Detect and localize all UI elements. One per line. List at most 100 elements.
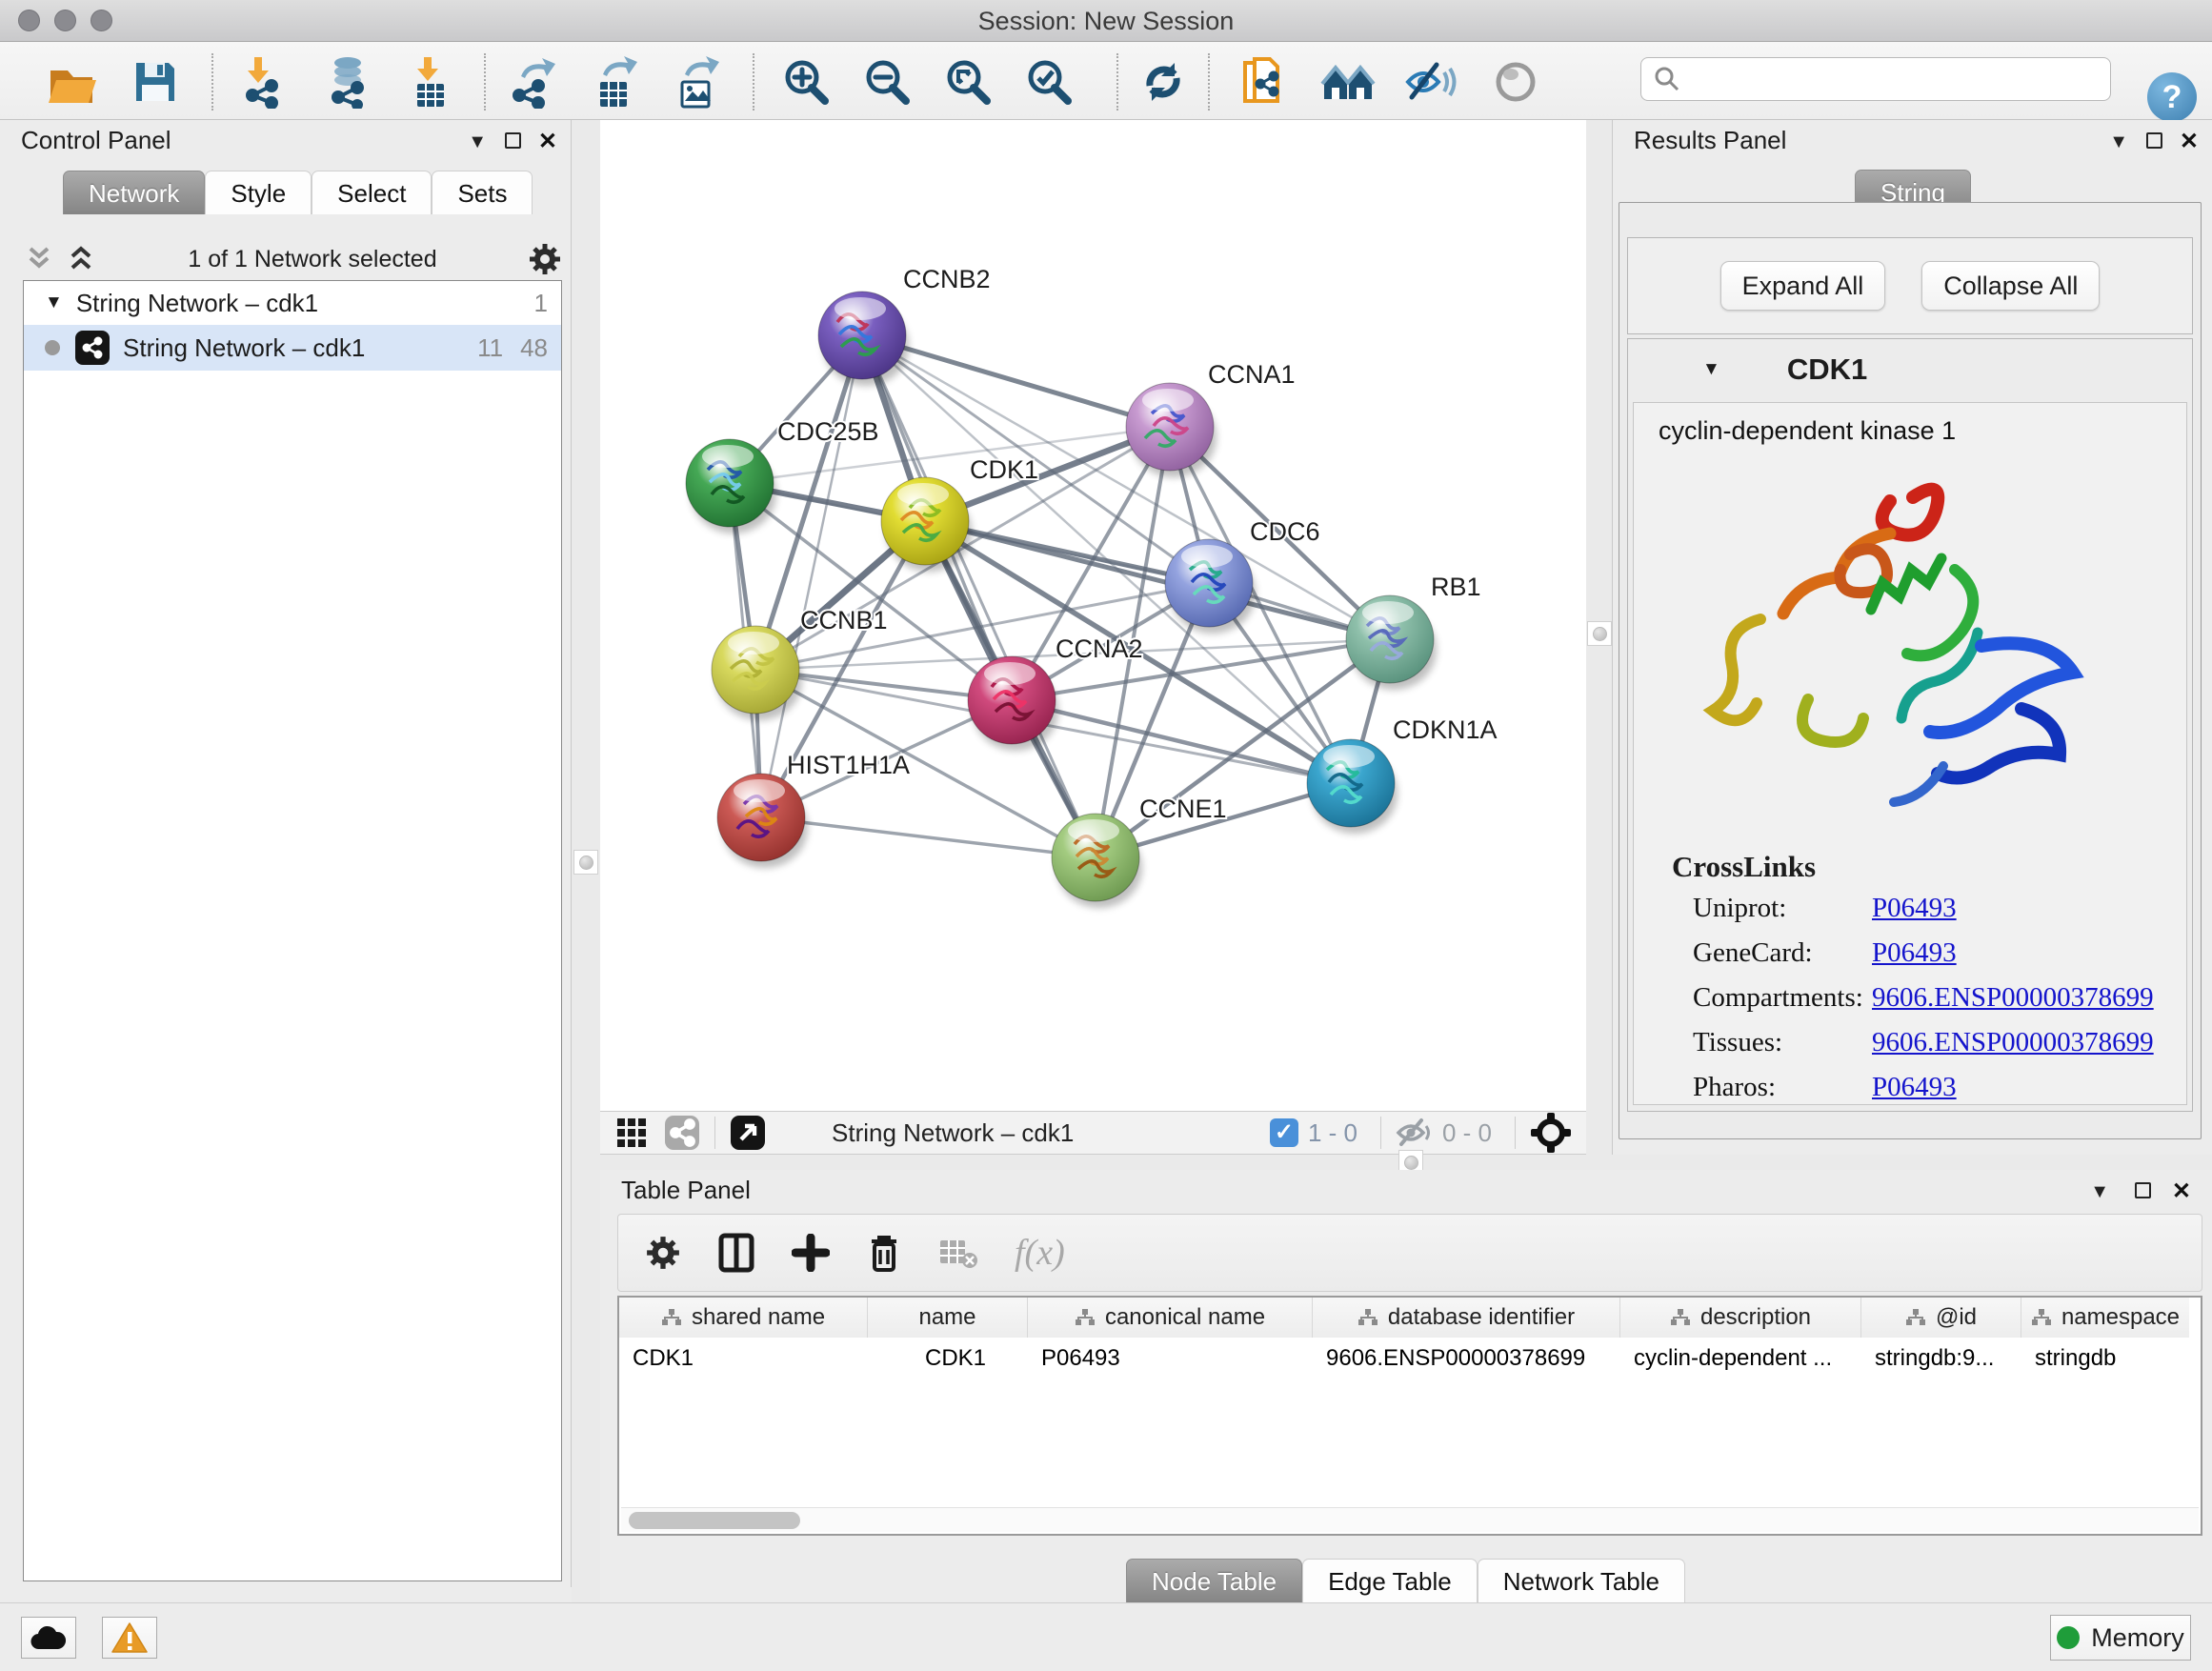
tab-sets[interactable]: Sets bbox=[432, 171, 533, 214]
panel-close-icon[interactable]: ✕ bbox=[2180, 128, 2199, 155]
crosslink-genecard[interactable]: P06493 bbox=[1872, 937, 1957, 969]
import-network-database-button[interactable] bbox=[322, 54, 377, 110]
tab-style[interactable]: Style bbox=[205, 171, 312, 214]
import-network-file-button[interactable] bbox=[238, 54, 293, 110]
share-network-icon[interactable] bbox=[663, 1114, 701, 1152]
network-node-cdkn1a[interactable]: CDKN1A bbox=[1307, 715, 1498, 834]
column-header-name[interactable]: name bbox=[868, 1298, 1028, 1338]
panel-close-icon[interactable]: ✕ bbox=[538, 128, 557, 155]
birdseye-toggle-icon[interactable] bbox=[729, 1114, 767, 1152]
network-collection-row[interactable]: ▼ String Network – cdk1 1 bbox=[24, 281, 561, 325]
network-node-ccna1[interactable]: CCNA1 bbox=[1126, 360, 1296, 477]
zoom-out-button[interactable] bbox=[860, 54, 915, 110]
grid-view-icon[interactable] bbox=[615, 1117, 648, 1149]
panel-collapse-icon[interactable]: ▼ bbox=[2109, 131, 2128, 153]
network-canvas[interactable]: CCNB2CCNA1CDC25BCDK1CDC6RB1CCNB1CCNA2CDK… bbox=[600, 120, 1586, 1111]
traffic-light-zoom[interactable] bbox=[90, 10, 112, 31]
cell-namespace[interactable]: stringdb bbox=[2021, 1338, 2189, 1379]
column-header-canonical-name[interactable]: canonical name bbox=[1028, 1298, 1313, 1338]
network-node-hist1h1a[interactable]: HIST1H1A bbox=[717, 751, 910, 868]
open-session-button[interactable] bbox=[44, 54, 99, 110]
crosslink-pharos[interactable]: P06493 bbox=[1872, 1072, 1957, 1103]
network-edge[interactable] bbox=[761, 817, 1096, 857]
panel-float-icon[interactable] bbox=[2146, 132, 2162, 149]
help-button[interactable]: ? bbox=[2147, 72, 2197, 122]
entry-collapse-icon[interactable]: ▼ bbox=[1702, 359, 1720, 380]
collection-expand-icon[interactable]: ▼ bbox=[45, 292, 63, 313]
horizontal-scrollbar[interactable] bbox=[621, 1507, 2199, 1532]
export-image-button[interactable] bbox=[669, 54, 724, 110]
memory-button[interactable]: Memory bbox=[2050, 1615, 2191, 1661]
cell-name[interactable]: CDK1 bbox=[868, 1338, 1028, 1379]
zoom-fit-button[interactable] bbox=[941, 54, 996, 110]
tab-node-table[interactable]: Node Table bbox=[1126, 1559, 1302, 1602]
save-session-button[interactable] bbox=[128, 54, 183, 110]
toolbar-separator bbox=[211, 53, 213, 111]
search-input[interactable] bbox=[1681, 66, 2091, 92]
column-header-description[interactable]: description bbox=[1620, 1298, 1861, 1338]
expand-all-button[interactable]: Expand All bbox=[1720, 261, 1886, 311]
table-row[interactable]: CDK1 CDK1 P06493 9606.ENSP00000378699 cy… bbox=[619, 1338, 2201, 1379]
first-neighbors-button[interactable] bbox=[1320, 54, 1376, 110]
panel-collapse-icon[interactable]: ▼ bbox=[468, 131, 487, 153]
traffic-light-minimize[interactable] bbox=[54, 10, 76, 31]
panel-float-icon[interactable] bbox=[505, 132, 521, 149]
network-edge[interactable] bbox=[925, 521, 1390, 639]
collapse-all-chevron-icon[interactable] bbox=[65, 245, 97, 273]
column-header-database-identifier[interactable]: database identifier bbox=[1313, 1298, 1620, 1338]
center-view-icon[interactable] bbox=[1529, 1111, 1573, 1155]
crosslink-compartments[interactable]: 9606.ENSP00000378699 bbox=[1872, 982, 2154, 1014]
network-node-ccnb1[interactable]: CCNB1 bbox=[712, 606, 888, 720]
network-row[interactable]: String Network – cdk1 11 48 bbox=[24, 325, 561, 371]
horizontal-splitter[interactable] bbox=[600, 1155, 2212, 1170]
network-node-cdk1[interactable]: CDK1 bbox=[881, 455, 1038, 572]
show-all-button[interactable] bbox=[1488, 54, 1543, 110]
selected-nodes-checkbox[interactable]: ✓ bbox=[1270, 1118, 1298, 1147]
panel-collapse-icon[interactable]: ▼ bbox=[2090, 1181, 2109, 1203]
vertical-splitter-right[interactable] bbox=[1586, 120, 1615, 1155]
refresh-view-button[interactable] bbox=[1136, 54, 1191, 110]
tab-network[interactable]: Network bbox=[63, 171, 205, 214]
export-network-button[interactable] bbox=[505, 54, 560, 110]
expand-all-chevron-icon[interactable] bbox=[23, 245, 55, 273]
warning-button[interactable] bbox=[102, 1617, 157, 1659]
column-header-shared-name[interactable]: shared name bbox=[619, 1298, 868, 1338]
splitter-handle[interactable] bbox=[573, 850, 598, 875]
column-header-id[interactable]: @id bbox=[1861, 1298, 2021, 1338]
cell-canonical-name[interactable]: P06493 bbox=[1028, 1338, 1313, 1379]
network-edge[interactable] bbox=[761, 335, 862, 817]
column-header-namespace[interactable]: namespace bbox=[2021, 1298, 2189, 1338]
vertical-splitter-left[interactable] bbox=[572, 120, 600, 1602]
import-table-button[interactable] bbox=[404, 54, 459, 110]
cell-shared-name[interactable]: CDK1 bbox=[619, 1338, 868, 1379]
export-table-button[interactable] bbox=[587, 54, 642, 110]
create-column-icon[interactable] bbox=[792, 1234, 830, 1272]
tab-select[interactable]: Select bbox=[312, 171, 432, 214]
delete-column-icon[interactable] bbox=[866, 1232, 902, 1274]
tab-network-table[interactable]: Network Table bbox=[1478, 1559, 1685, 1602]
show-columns-icon[interactable] bbox=[717, 1232, 755, 1274]
crosslink-tissues[interactable]: 9606.ENSP00000378699 bbox=[1872, 1027, 2154, 1058]
zoom-in-button[interactable] bbox=[779, 54, 835, 110]
panel-float-icon[interactable] bbox=[2135, 1182, 2151, 1198]
collapse-all-button[interactable]: Collapse All bbox=[1921, 261, 2100, 311]
cell-database-identifier[interactable]: 9606.ENSP00000378699 bbox=[1313, 1338, 1620, 1379]
panel-close-icon[interactable]: ✕ bbox=[2172, 1178, 2191, 1205]
cell-id[interactable]: stringdb:9... bbox=[1861, 1338, 2021, 1379]
network-node-ccne1[interactable]: CCNE1 bbox=[1052, 795, 1227, 908]
tab-edge-table[interactable]: Edge Table bbox=[1302, 1559, 1478, 1602]
cloud-button[interactable] bbox=[21, 1617, 76, 1659]
gear-icon[interactable] bbox=[528, 242, 562, 276]
scrollbar-thumb[interactable] bbox=[629, 1512, 800, 1529]
hide-selected-button[interactable] bbox=[1402, 54, 1458, 110]
cell-description[interactable]: cyclin-dependent ... bbox=[1620, 1338, 1861, 1379]
traffic-light-close[interactable] bbox=[18, 10, 40, 31]
share-document-button[interactable] bbox=[1237, 54, 1292, 110]
gear-icon[interactable] bbox=[645, 1235, 681, 1271]
splitter-handle[interactable] bbox=[1587, 621, 1612, 646]
zoom-selected-button[interactable] bbox=[1022, 54, 1077, 110]
tree-icon bbox=[661, 1308, 682, 1327]
network-node-rb1[interactable]: RB1 bbox=[1346, 573, 1481, 690]
crosslink-uniprot[interactable]: P06493 bbox=[1872, 893, 1957, 924]
network-graph[interactable]: CCNB2CCNA1CDC25BCDK1CDC6RB1CCNB1CCNA2CDK… bbox=[600, 120, 1586, 1111]
